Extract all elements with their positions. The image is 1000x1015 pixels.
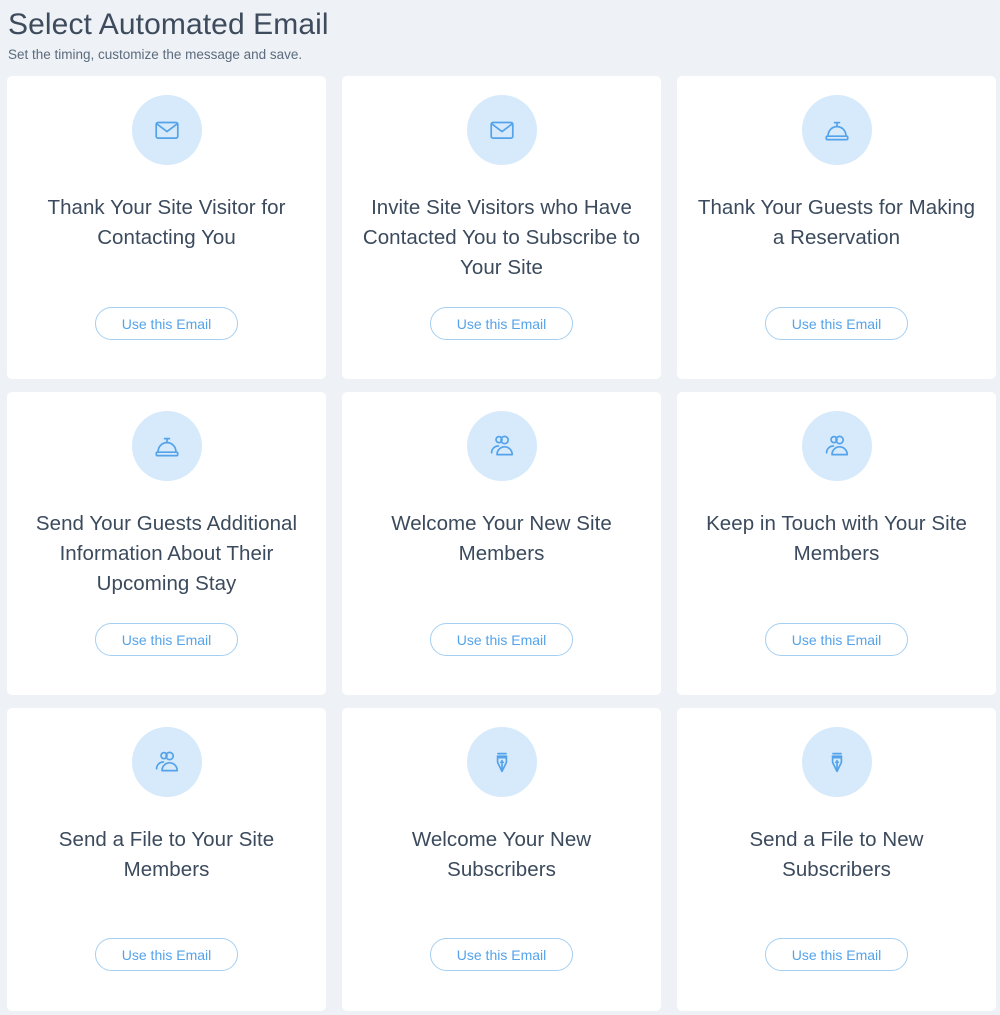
use-this-email-button[interactable]: Use this Email — [95, 623, 238, 656]
card-title-wrap: Send Your Guests Additional Information … — [21, 509, 312, 599]
email-template-card[interactable]: Send a File to New Subscribers Use this E… — [677, 708, 996, 1011]
email-template-card[interactable]: Welcome Your New Subscribers Use this Ema… — [342, 708, 661, 1011]
use-this-email-button[interactable]: Use this Email — [765, 938, 908, 971]
use-this-email-button[interactable]: Use this Email — [430, 938, 573, 971]
email-template-card[interactable]: Thank Your Guests for Making a Reservati… — [677, 76, 996, 379]
envelope-icon — [466, 95, 537, 165]
pen-nib-icon — [466, 727, 537, 797]
use-this-email-button[interactable]: Use this Email — [430, 307, 573, 340]
use-this-email-button[interactable]: Use this Email — [765, 307, 908, 340]
card-title-wrap: Keep in Touch with Your Site Members — [691, 509, 982, 569]
card-title-wrap: Welcome Your New Subscribers — [356, 825, 647, 885]
members-icon — [131, 727, 202, 797]
members-icon — [466, 411, 537, 481]
use-this-email-button[interactable]: Use this Email — [95, 307, 238, 340]
service-bell-icon — [131, 411, 202, 481]
email-template-grid: Thank Your Site Visitor for Contacting Y… — [7, 76, 996, 1011]
page-subtitle: Set the timing, customize the message an… — [8, 47, 303, 62]
pen-nib-icon — [801, 727, 872, 797]
members-icon — [801, 411, 872, 481]
service-bell-icon — [801, 95, 872, 165]
automated-email-picker-page: Select Automated Email Set the timing, c… — [0, 0, 1000, 1015]
card-title: Thank Your Guests for Making a Reservati… — [697, 196, 976, 249]
card-title: Send a File to Your Site Members — [58, 828, 275, 881]
use-this-email-button[interactable]: Use this Email — [430, 623, 573, 656]
email-template-card[interactable]: Thank Your Site Visitor for Contacting Y… — [7, 76, 326, 379]
card-title-wrap: Send a File to New Subscribers — [691, 825, 982, 885]
page-title: Select Automated Email — [8, 8, 329, 41]
card-title-wrap: Welcome Your New Site Members — [356, 509, 647, 569]
card-title-wrap: Send a File to Your Site Members — [21, 825, 312, 885]
card-title: Welcome Your New Subscribers — [411, 828, 592, 881]
card-title: Welcome Your New Site Members — [391, 512, 612, 565]
email-template-card[interactable]: Send Your Guests Additional Information … — [7, 392, 326, 695]
email-template-card[interactable]: Send a File to Your Site Members Use this… — [7, 708, 326, 1011]
card-title: Thank Your Site Visitor for Contacting Y… — [47, 196, 286, 249]
card-title: Keep in Touch with Your Site Members — [706, 512, 967, 565]
card-title: Send Your Guests Additional Information … — [35, 512, 298, 595]
use-this-email-button[interactable]: Use this Email — [95, 938, 238, 971]
use-this-email-button[interactable]: Use this Email — [765, 623, 908, 656]
email-template-card[interactable]: Invite Site Visitors who Have Contacted … — [342, 76, 661, 379]
envelope-icon — [131, 95, 202, 165]
card-title-wrap: Thank Your Site Visitor for Contacting Y… — [21, 193, 312, 253]
card-title-wrap: Thank Your Guests for Making a Reservati… — [691, 193, 982, 253]
email-template-card[interactable]: Keep in Touch with Your Site Members Use … — [677, 392, 996, 695]
page-header: Select Automated Email Set the timing, c… — [0, 0, 1000, 64]
email-template-card[interactable]: Welcome Your New Site Members Use this Em… — [342, 392, 661, 695]
card-title: Invite Site Visitors who Have Contacted … — [362, 196, 641, 279]
card-title-wrap: Invite Site Visitors who Have Contacted … — [356, 193, 647, 283]
card-title: Send a File to New Subscribers — [749, 828, 924, 881]
